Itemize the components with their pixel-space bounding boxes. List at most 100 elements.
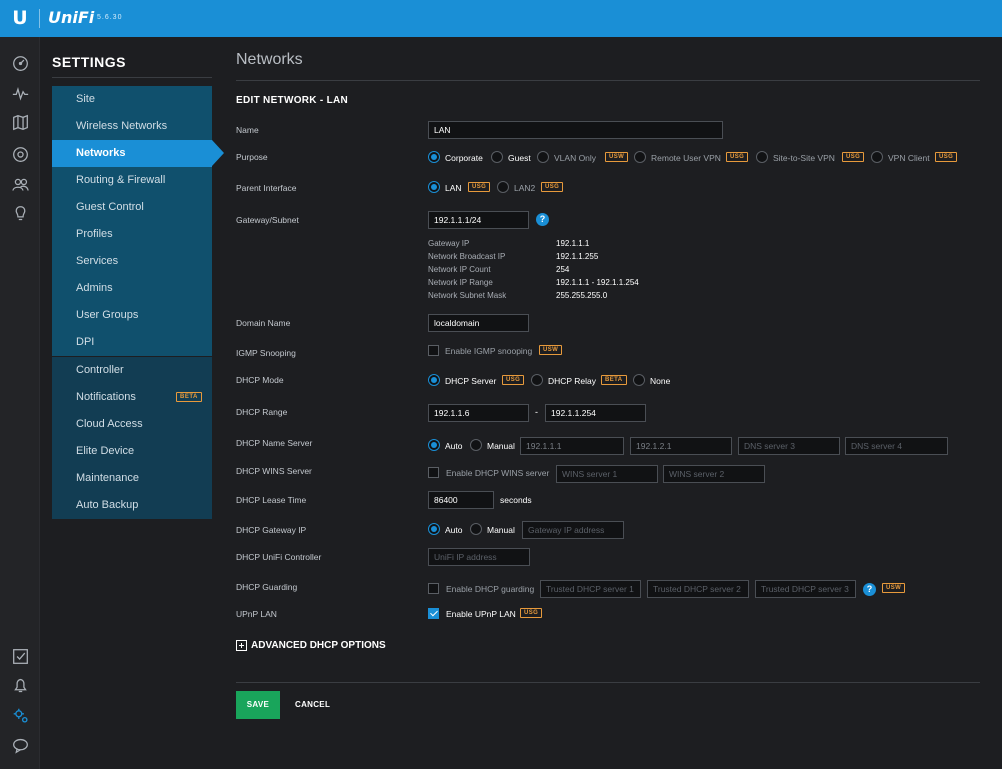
dns-server-3-input[interactable]: DNS server 3 <box>738 437 840 455</box>
purpose-guest-radio[interactable] <box>491 151 503 163</box>
dns-auto-radio[interactable] <box>428 439 440 451</box>
usg-tag: USG <box>502 375 525 385</box>
trusted-dhcp-server-2-input[interactable]: Trusted DHCP server 2 <box>647 580 749 598</box>
save-button[interactable]: SAVE <box>236 691 280 719</box>
menu-item-profiles[interactable]: Profiles <box>52 221 212 248</box>
menu-item-user-groups[interactable]: User Groups <box>52 302 212 329</box>
settings-gears-icon[interactable] <box>10 705 30 725</box>
chat-icon[interactable] <box>10 735 30 755</box>
dashboard-icon[interactable] <box>10 53 30 73</box>
version-label: 5.6.30 <box>97 14 123 21</box>
purpose-corporate-radio[interactable] <box>428 151 440 163</box>
statistics-icon[interactable] <box>10 83 30 103</box>
help-icon[interactable]: ? <box>536 213 549 226</box>
domain-name-input[interactable]: localdomain <box>428 314 529 332</box>
parent-lan2-radio[interactable] <box>497 181 509 193</box>
gateway-auto-radio[interactable] <box>428 523 440 535</box>
gateway-auto-label[interactable]: Auto <box>445 525 463 535</box>
menu-item-cloud-access[interactable]: Cloud Access <box>52 411 212 438</box>
menu-item-services[interactable]: Services <box>52 248 212 275</box>
parent-lan-radio[interactable] <box>428 181 440 193</box>
dhcp-range-start-input[interactable]: 192.1.1.6 <box>428 404 529 422</box>
logo-divider <box>39 9 40 28</box>
cancel-button[interactable]: CANCEL <box>295 691 330 719</box>
purpose-vpn-client-label[interactable]: VPN Client <box>888 153 930 163</box>
upnp-lan-option[interactable]: Enable UPnP LAN <box>446 609 516 619</box>
ubiquiti-logo-icon[interactable]: U <box>10 7 30 29</box>
menu-item-notifications[interactable]: Notifications BETA <box>52 384 212 411</box>
help-icon[interactable]: ? <box>863 583 876 596</box>
purpose-vlan-only-label[interactable]: VLAN Only <box>554 153 596 163</box>
usg-tag: USG <box>842 152 865 162</box>
menu-group-controller: Controller Notifications BETA Cloud Acce… <box>52 357 212 519</box>
igmp-snooping-option[interactable]: Enable IGMP snooping <box>445 346 532 356</box>
dns-auto-label[interactable]: Auto <box>445 441 463 451</box>
menu-item-guest-control[interactable]: Guest Control <box>52 194 212 221</box>
gateway-ip-input[interactable]: Gateway IP address <box>522 521 624 539</box>
menu-item-wireless-networks[interactable]: Wireless Networks <box>52 113 212 140</box>
gateway-manual-radio[interactable] <box>470 523 482 535</box>
usw-tag: USW <box>539 345 563 355</box>
dhcp-server-label[interactable]: DHCP Server <box>445 376 496 386</box>
purpose-vpn-client-radio[interactable] <box>871 151 883 163</box>
purpose-remote-user-vpn-label[interactable]: Remote User VPN <box>651 153 721 163</box>
dhcp-none-label[interactable]: None <box>650 376 670 386</box>
dhcp-guarding-checkbox[interactable] <box>428 583 439 594</box>
lease-time-unit: seconds <box>500 495 532 505</box>
dhcp-range-end-input[interactable]: 192.1.1.254 <box>545 404 646 422</box>
alerts-checkbox-icon[interactable] <box>10 646 30 666</box>
page-title: Networks <box>236 51 303 68</box>
map-icon[interactable] <box>10 112 30 132</box>
wins-server-1-input[interactable]: WINS server 1 <box>556 465 658 483</box>
dns-server-4-input[interactable]: DNS server 4 <box>845 437 948 455</box>
insights-icon[interactable] <box>10 203 30 223</box>
menu-item-admins[interactable]: Admins <box>52 275 212 302</box>
gateway-subnet-input[interactable]: 192.1.1.1/24 <box>428 211 529 229</box>
menu-item-notifications-label: Notifications <box>76 391 136 403</box>
trusted-dhcp-server-3-input[interactable]: Trusted DHCP server 3 <box>755 580 856 598</box>
parent-lan-label[interactable]: LAN <box>445 183 462 193</box>
clients-icon[interactable] <box>10 174 30 194</box>
igmp-snooping-checkbox[interactable] <box>428 345 439 356</box>
menu-item-site[interactable]: Site <box>52 86 212 113</box>
dhcp-server-radio[interactable] <box>428 374 440 386</box>
wins-server-2-input[interactable]: WINS server 2 <box>663 465 765 483</box>
dhcp-lease-time-input[interactable]: 86400 <box>428 491 494 509</box>
dhcp-guarding-option[interactable]: Enable DHCP guarding <box>446 584 534 594</box>
advanced-dhcp-options-toggle[interactable]: ADVANCED DHCP OPTIONS <box>236 640 386 651</box>
menu-item-auto-backup[interactable]: Auto Backup <box>52 492 212 519</box>
igmp-snooping-label: IGMP Snooping <box>236 348 296 358</box>
bell-icon[interactable] <box>10 675 30 695</box>
dhcp-wins-checkbox[interactable] <box>428 467 439 478</box>
purpose-remote-user-vpn-radio[interactable] <box>634 151 646 163</box>
menu-item-dpi[interactable]: DPI <box>52 329 212 356</box>
purpose-site-to-site-vpn-radio[interactable] <box>756 151 768 163</box>
purpose-corporate-label[interactable]: Corporate <box>445 153 483 163</box>
brand-name[interactable]: UniFi <box>48 8 94 27</box>
purpose-site-to-site-vpn-label[interactable]: Site-to-Site VPN <box>773 153 835 163</box>
name-input[interactable]: LAN <box>428 121 723 139</box>
unifi-ip-input[interactable]: UniFi IP address <box>428 548 530 566</box>
upnp-lan-checkbox[interactable] <box>428 608 439 619</box>
dhcp-wins-option[interactable]: Enable DHCP WINS server <box>446 468 549 478</box>
dns-server-1-input[interactable]: 192.1.1.1 <box>520 437 624 455</box>
menu-item-routing-firewall[interactable]: Routing & Firewall <box>52 167 212 194</box>
dhcp-relay-label[interactable]: DHCP Relay <box>548 376 596 386</box>
dns-server-2-input[interactable]: 192.1.2.1 <box>630 437 732 455</box>
dhcp-none-radio[interactable] <box>633 374 645 386</box>
dns-manual-radio[interactable] <box>470 439 482 451</box>
menu-item-elite-device[interactable]: Elite Device <box>52 438 212 465</box>
menu-item-maintenance[interactable]: Maintenance <box>52 465 212 492</box>
dhcp-lease-time-label: DHCP Lease Time <box>236 495 307 505</box>
gateway-manual-label[interactable]: Manual <box>487 525 515 535</box>
menu-item-controller[interactable]: Controller <box>52 357 212 384</box>
plus-box-icon <box>236 640 247 651</box>
devices-icon[interactable] <box>10 144 30 164</box>
menu-item-networks[interactable]: Networks <box>52 140 224 167</box>
dns-manual-label[interactable]: Manual <box>487 441 515 451</box>
dhcp-relay-radio[interactable] <box>531 374 543 386</box>
trusted-dhcp-server-1-input[interactable]: Trusted DHCP server 1 <box>540 580 641 598</box>
purpose-guest-label[interactable]: Guest <box>508 153 531 163</box>
parent-lan2-label[interactable]: LAN2 <box>514 183 535 193</box>
purpose-vlan-only-radio[interactable] <box>537 151 549 163</box>
